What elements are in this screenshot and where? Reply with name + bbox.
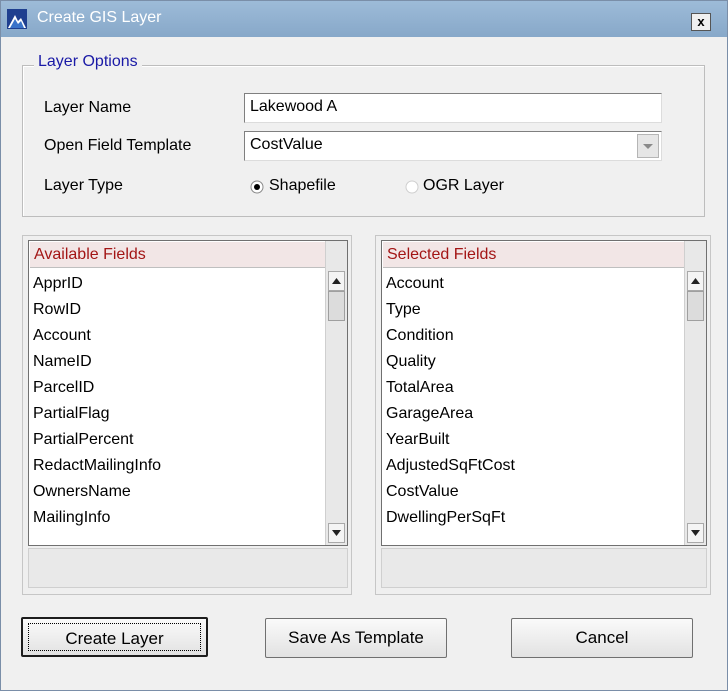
layer-options-legend: Layer Options <box>34 53 142 71</box>
header-cap <box>325 241 347 269</box>
chevron-down-icon <box>643 144 653 149</box>
list-item[interactable]: RowID <box>33 297 329 323</box>
dropdown-button[interactable] <box>637 134 659 158</box>
ogr-layer-radio[interactable] <box>405 180 419 194</box>
app-icon <box>7 9 27 29</box>
field-template-label: Open Field Template <box>44 137 192 154</box>
list-item[interactable]: OwnersName <box>33 479 329 505</box>
available-fields-header: Available Fields <box>30 242 330 268</box>
layer-type-label: Layer Type <box>44 177 123 194</box>
available-fields-items: ApprID RowID Account NameID ParcelID Par… <box>33 271 329 531</box>
list-item[interactable]: GarageArea <box>386 401 682 427</box>
scroll-up-button[interactable] <box>328 271 345 291</box>
scroll-thumb[interactable] <box>687 291 704 321</box>
list-item[interactable]: CostValue <box>386 479 682 505</box>
window-title: Create GIS Layer <box>37 9 162 26</box>
selected-fields-footer <box>381 548 707 588</box>
shapefile-radio-label[interactable]: Shapefile <box>269 177 336 195</box>
layer-name-label: Layer Name <box>44 99 132 116</box>
title-bar: Create GIS Layer x <box>1 1 727 37</box>
list-item[interactable]: NameID <box>33 349 329 375</box>
list-item[interactable]: AdjustedSqFtCost <box>386 453 682 479</box>
list-item[interactable]: DwellingPerSqFt <box>386 505 682 531</box>
list-item[interactable]: PartialFlag <box>33 401 329 427</box>
list-item[interactable]: Quality <box>386 349 682 375</box>
field-template-select[interactable]: CostValue <box>244 131 662 161</box>
list-item[interactable]: PartialPercent <box>33 427 329 453</box>
selected-fields-panel: Selected Fields Account Type Condition Q… <box>375 235 711 595</box>
list-item[interactable]: Condition <box>386 323 682 349</box>
arrow-down-icon <box>691 530 700 536</box>
ogr-layer-radio-label[interactable]: OGR Layer <box>423 177 504 195</box>
list-item[interactable]: ParcelID <box>33 375 329 401</box>
close-button[interactable]: x <box>691 13 711 31</box>
available-fields-footer <box>28 548 348 588</box>
list-item[interactable]: Type <box>386 297 682 323</box>
scroll-down-button[interactable] <box>328 523 345 543</box>
layer-name-input[interactable]: Lakewood A <box>244 93 662 123</box>
header-cap <box>684 241 706 269</box>
create-layer-button[interactable]: Create Layer <box>21 617 208 657</box>
list-item[interactable]: RedactMailingInfo <box>33 453 329 479</box>
selected-fields-header: Selected Fields <box>383 242 689 268</box>
scroll-up-button[interactable] <box>687 271 704 291</box>
create-gis-layer-dialog: Create GIS Layer x Layer Options Layer N… <box>0 0 728 691</box>
available-fields-panel: Available Fields ApprID RowID Account Na… <box>22 235 352 595</box>
selected-fields-items: Account Type Condition Quality TotalArea… <box>386 271 682 531</box>
selected-fields-list[interactable]: Selected Fields Account Type Condition Q… <box>381 240 707 546</box>
list-item[interactable]: ApprID <box>33 271 329 297</box>
scroll-thumb[interactable] <box>328 291 345 321</box>
list-item[interactable]: YearBuilt <box>386 427 682 453</box>
focus-rectangle: Create Layer <box>28 623 201 651</box>
scroll-down-button[interactable] <box>687 523 704 543</box>
list-item[interactable]: Account <box>386 271 682 297</box>
arrow-down-icon <box>332 530 341 536</box>
selected-fields-scrollbar[interactable] <box>684 269 706 545</box>
arrow-up-icon <box>691 278 700 284</box>
cancel-button[interactable]: Cancel <box>511 618 693 658</box>
shapefile-radio[interactable] <box>250 180 264 194</box>
list-item[interactable]: TotalArea <box>386 375 682 401</box>
list-item[interactable]: MailingInfo <box>33 505 329 531</box>
field-template-value: CostValue <box>250 136 323 153</box>
list-item[interactable]: Account <box>33 323 329 349</box>
available-fields-list[interactable]: Available Fields ApprID RowID Account Na… <box>28 240 348 546</box>
available-fields-scrollbar[interactable] <box>325 269 347 545</box>
arrow-up-icon <box>332 278 341 284</box>
save-as-template-button[interactable]: Save As Template <box>265 618 447 658</box>
create-layer-label: Create Layer <box>65 629 164 648</box>
